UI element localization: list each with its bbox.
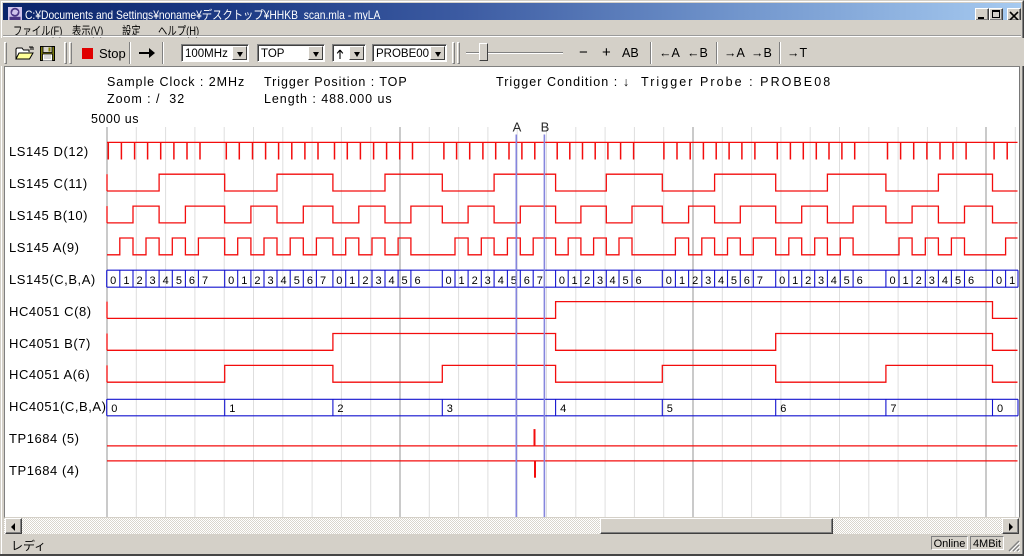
svg-text:0: 0 [997,403,1003,415]
svg-text:6: 6 [414,275,420,287]
svg-text:4: 4 [610,275,616,287]
svg-text:5: 5 [731,275,737,287]
svg-text:5: 5 [667,403,673,415]
svg-text:2: 2 [472,275,478,287]
svg-text:0: 0 [111,403,117,415]
svg-text:B: B [541,120,550,135]
svg-text:4: 4 [163,275,169,287]
svg-text:0: 0 [446,275,452,287]
svg-text:7: 7 [537,275,543,287]
svg-text:4: 4 [942,275,948,287]
svg-text:1: 1 [349,275,355,287]
svg-text:1: 1 [679,275,685,287]
svg-text:5: 5 [844,275,850,287]
svg-text:2: 2 [916,275,922,287]
svg-text:6: 6 [524,275,530,287]
svg-text:3: 3 [597,275,603,287]
svg-text:3: 3 [705,275,711,287]
svg-text:4: 4 [281,275,287,287]
svg-text:3: 3 [375,275,381,287]
svg-text:4: 4 [498,275,504,287]
svg-text:7: 7 [202,275,208,287]
svg-text:2: 2 [362,275,368,287]
svg-text:1: 1 [229,403,235,415]
svg-text:A: A [513,120,522,135]
svg-text:2: 2 [805,275,811,287]
svg-text:5: 5 [176,275,182,287]
svg-text:6: 6 [780,403,786,415]
svg-text:5: 5 [294,275,300,287]
svg-text:0: 0 [228,275,234,287]
svg-text:6: 6 [307,275,313,287]
svg-text:3: 3 [818,275,824,287]
svg-text:0: 0 [110,275,116,287]
svg-text:1: 1 [241,275,247,287]
svg-text:5: 5 [955,275,961,287]
svg-text:3: 3 [267,275,273,287]
svg-text:2: 2 [692,275,698,287]
svg-text:2: 2 [584,275,590,287]
svg-text:6: 6 [189,275,195,287]
svg-text:1: 1 [123,275,129,287]
svg-text:1: 1 [792,275,798,287]
svg-text:5: 5 [401,275,407,287]
svg-text:4: 4 [560,403,566,415]
svg-text:1: 1 [1009,275,1015,287]
svg-text:0: 0 [666,275,672,287]
svg-text:4: 4 [718,275,724,287]
svg-text:5: 5 [622,275,628,287]
svg-text:1: 1 [459,275,465,287]
svg-text:0: 0 [996,275,1002,287]
svg-text:2: 2 [136,275,142,287]
svg-text:0: 0 [336,275,342,287]
svg-text:2: 2 [254,275,260,287]
svg-text:1: 1 [571,275,577,287]
svg-text:7: 7 [890,403,896,415]
svg-text:6: 6 [744,275,750,287]
svg-text:2: 2 [337,403,343,415]
svg-text:6: 6 [636,275,642,287]
svg-text:0: 0 [889,275,895,287]
svg-text:4: 4 [389,275,395,287]
svg-text:1: 1 [902,275,908,287]
svg-text:6: 6 [857,275,863,287]
svg-text:7: 7 [757,275,763,287]
svg-text:3: 3 [150,275,156,287]
svg-text:3: 3 [929,275,935,287]
svg-text:4: 4 [831,275,837,287]
svg-text:3: 3 [485,275,491,287]
svg-text:3: 3 [447,403,453,415]
svg-text:6: 6 [968,275,974,287]
svg-text:0: 0 [779,275,785,287]
svg-text:0: 0 [559,275,565,287]
svg-text:7: 7 [320,275,326,287]
